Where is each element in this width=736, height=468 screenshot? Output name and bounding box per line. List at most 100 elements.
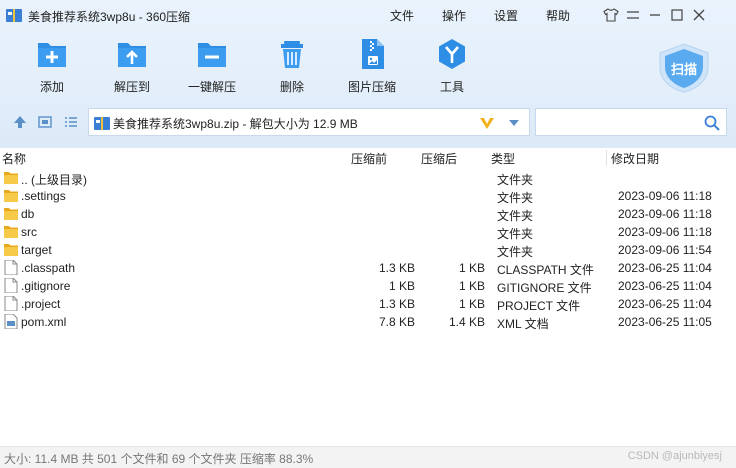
file-modified-date: 2023-06-25 11:04 bbox=[618, 297, 712, 311]
delete-button[interactable]: 删除 bbox=[262, 38, 322, 98]
file-name: .. (上级目录) bbox=[21, 173, 87, 187]
xml-file-icon bbox=[4, 314, 18, 329]
scan-button[interactable]: 扫描 bbox=[656, 42, 712, 94]
column-name[interactable]: 名称 bbox=[2, 150, 26, 167]
file-size-packed: 7.8 KB bbox=[378, 315, 415, 329]
delete-label: 删除 bbox=[279, 80, 304, 94]
file-size-unpacked: 1 KB bbox=[458, 261, 485, 275]
file-type: 文件夹 bbox=[497, 227, 534, 241]
file-row[interactable]: .classpath 1.3 KB 1 KB CLASSPATH 文件 2023-06-… bbox=[0, 259, 736, 277]
header-area: 美食推荐系统3wp8u - 360压缩 文件 操作 设置 帮助 添加 解压到 一… bbox=[0, 0, 736, 148]
minimize-button[interactable] bbox=[646, 6, 664, 24]
file-type: 文件夹 bbox=[497, 173, 534, 187]
menu-operate[interactable]: 操作 bbox=[442, 7, 466, 24]
archive-path-text: 美食推荐系统3wp8u.zip - 解包大小为 12.9 MB bbox=[113, 117, 358, 131]
tools-icon bbox=[439, 39, 465, 69]
minimize-icon bbox=[650, 14, 660, 16]
file-size-unpacked: 1 KB bbox=[458, 279, 485, 293]
status-bar: 大小: 11.4 MB 共 501 个文件和 69 个文件夹 压缩率 88.3%… bbox=[0, 446, 736, 468]
dropdown-menu-button[interactable] bbox=[624, 6, 642, 24]
add-button[interactable]: 添加 bbox=[22, 38, 82, 98]
chevron-down-icon[interactable] bbox=[508, 119, 520, 127]
extract-to-button[interactable]: 解压到 bbox=[102, 38, 162, 98]
file-modified-date: 2023-06-25 11:04 bbox=[618, 261, 712, 275]
scan-label: 扫描 bbox=[670, 62, 697, 77]
file-type: 文件夹 bbox=[497, 191, 534, 205]
file-name: .project bbox=[21, 297, 61, 311]
add-archive-icon bbox=[38, 43, 66, 67]
title-bar: 美食推荐系统3wp8u - 360压缩 文件 操作 设置 帮助 bbox=[0, 0, 736, 30]
zip-file-icon bbox=[362, 39, 384, 69]
file-row[interactable]: db 文件夹 2023-09-06 11:18 bbox=[0, 205, 736, 223]
image-compress-label: 图片压缩 bbox=[347, 80, 396, 94]
file-modified-date: 2023-09-06 11:18 bbox=[618, 189, 712, 203]
close-button[interactable] bbox=[690, 6, 708, 24]
folder-icon bbox=[4, 190, 18, 202]
file-icon bbox=[4, 260, 18, 275]
close-icon bbox=[693, 9, 705, 21]
file-row[interactable]: .. (上级目录) 文件夹 bbox=[0, 169, 736, 187]
maximize-icon bbox=[671, 9, 683, 21]
thumbnail-view-icon[interactable] bbox=[38, 115, 52, 129]
file-row[interactable]: src 文件夹 2023-09-06 11:18 bbox=[0, 223, 736, 241]
up-arrow-icon[interactable] bbox=[13, 115, 27, 129]
menu-settings[interactable]: 设置 bbox=[494, 7, 518, 24]
window-title: 美食推荐系统3wp8u - 360压缩 bbox=[28, 10, 191, 24]
menu-help[interactable]: 帮助 bbox=[546, 7, 570, 24]
file-modified-date: 2023-09-06 11:18 bbox=[618, 225, 712, 239]
extract-folder-icon bbox=[118, 43, 146, 67]
list-view-icon[interactable] bbox=[64, 115, 78, 129]
search-icon[interactable] bbox=[704, 115, 720, 131]
file-icon bbox=[4, 278, 18, 293]
file-modified-date: 2023-06-25 11:04 bbox=[618, 279, 712, 293]
column-divider[interactable] bbox=[606, 150, 607, 166]
extract-to-label: 解压到 bbox=[113, 80, 150, 94]
file-name: target bbox=[21, 243, 52, 257]
column-modified[interactable]: 修改日期 bbox=[611, 150, 659, 167]
status-text: 大小: 11.4 MB 共 501 个文件和 69 个文件夹 压缩率 88.3% bbox=[4, 452, 314, 466]
tools-button[interactable]: 工具 bbox=[422, 38, 482, 98]
one-click-extract-button[interactable]: 一键解压 bbox=[182, 38, 242, 98]
folder-icon bbox=[4, 208, 18, 220]
menu-icon bbox=[627, 11, 639, 19]
file-size-packed: 1.3 KB bbox=[378, 261, 415, 275]
app-logo-icon bbox=[6, 9, 22, 22]
file-row[interactable]: .project 1.3 KB 1 KB PROJECT 文件 2023-06-25 1… bbox=[0, 295, 736, 313]
menu-file[interactable]: 文件 bbox=[390, 7, 414, 24]
file-name: src bbox=[21, 225, 37, 239]
file-type: CLASSPATH 文件 bbox=[497, 263, 594, 277]
file-row[interactable]: pom.xml 7.8 KB 1.4 KB XML 文档 2023-06-25 11:0… bbox=[0, 313, 736, 331]
file-type: XML 文档 bbox=[497, 317, 549, 331]
folder-icon bbox=[4, 226, 18, 238]
file-size-packed: 1 KB bbox=[388, 279, 415, 293]
watermark-text: CSDN @ajunbiyesj bbox=[627, 450, 722, 462]
file-name: db bbox=[21, 207, 35, 221]
folder-icon bbox=[4, 172, 18, 184]
archive-path-field[interactable]: 美食推荐系统3wp8u.zip - 解包大小为 12.9 MB bbox=[88, 108, 530, 136]
file-name: .gitignore bbox=[21, 279, 71, 293]
address-bar-row: 美食推荐系统3wp8u.zip - 解包大小为 12.9 MB bbox=[0, 106, 736, 138]
file-name: .settings bbox=[21, 189, 66, 203]
file-modified-date: 2023-06-25 11:05 bbox=[618, 315, 712, 329]
file-row[interactable]: .gitignore 1 KB 1 KB GITIGNORE 文件 2023-06-25… bbox=[0, 277, 736, 295]
folder-icon bbox=[4, 244, 18, 256]
file-icon bbox=[4, 296, 18, 311]
column-unpacked[interactable]: 压缩后 bbox=[421, 150, 457, 167]
file-type: 文件夹 bbox=[497, 209, 534, 223]
add-label: 添加 bbox=[39, 80, 64, 94]
verified-v-icon[interactable] bbox=[479, 115, 495, 131]
file-name: .classpath bbox=[21, 261, 76, 275]
skin-button[interactable] bbox=[602, 6, 620, 24]
archive-file-icon bbox=[94, 117, 110, 130]
file-row[interactable]: target 文件夹 2023-09-06 11:54 bbox=[0, 241, 736, 259]
trash-icon bbox=[281, 41, 303, 68]
search-input[interactable] bbox=[535, 108, 727, 136]
column-packed[interactable]: 压缩前 bbox=[351, 150, 387, 167]
column-header: 名称 压缩前 压缩后 类型 修改日期 bbox=[0, 148, 736, 168]
file-type: PROJECT 文件 bbox=[497, 299, 581, 313]
image-compress-button[interactable]: 图片压缩 bbox=[342, 38, 402, 98]
column-type[interactable]: 类型 bbox=[491, 150, 515, 167]
maximize-button[interactable] bbox=[668, 6, 686, 24]
file-row[interactable]: .settings 文件夹 2023-09-06 11:18 bbox=[0, 187, 736, 205]
file-name: pom.xml bbox=[21, 315, 67, 329]
